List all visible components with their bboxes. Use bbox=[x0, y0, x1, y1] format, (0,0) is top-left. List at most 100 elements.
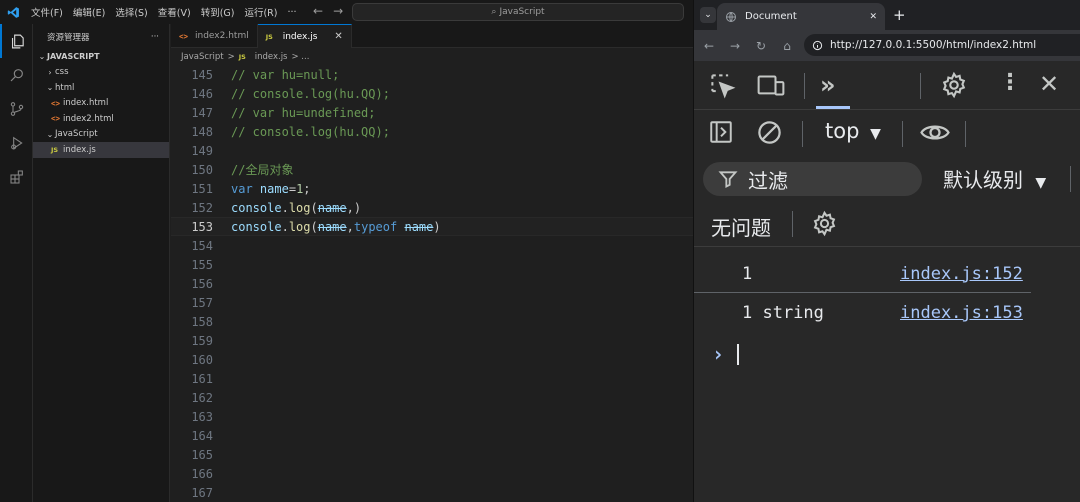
explorer-more-button[interactable]: ··· bbox=[151, 32, 159, 42]
extensions-activity-button[interactable] bbox=[0, 160, 33, 194]
line-number: 145 bbox=[191, 67, 213, 82]
back-arrow-icon[interactable]: ← bbox=[696, 39, 722, 53]
chevron-down-icon: ⌄ bbox=[38, 52, 46, 62]
code-line[interactable]: 150 //全局对象 bbox=[171, 160, 693, 179]
console-prompt[interactable]: › bbox=[694, 335, 1080, 373]
code-line[interactable]: 146 // console.log(hu.QQ); bbox=[171, 84, 693, 103]
tree-item-html[interactable]: ⌄ html bbox=[33, 80, 169, 96]
menu-run[interactable]: 运行(R) bbox=[239, 5, 282, 19]
files-icon bbox=[11, 34, 24, 48]
code-text: //全局对象 bbox=[231, 161, 293, 178]
code-token: ) bbox=[353, 200, 362, 215]
code-editor[interactable]: 145 // var hu=null; 146 // console.log(hu.Q… bbox=[171, 65, 693, 502]
code-line[interactable]: 155 bbox=[171, 255, 693, 274]
code-line[interactable]: 163 bbox=[171, 407, 693, 426]
code-token: , bbox=[346, 219, 354, 234]
browser-tab-document[interactable]: Document ✕ bbox=[717, 3, 885, 30]
line-number: 156 bbox=[191, 276, 213, 291]
kebab-menu-icon[interactable]: ⋮ bbox=[999, 70, 1021, 95]
live-expression-eye-icon[interactable] bbox=[918, 119, 952, 150]
context-label: top bbox=[825, 119, 860, 143]
code-line[interactable]: 159 bbox=[171, 331, 693, 350]
tree-item-label: index.js bbox=[63, 144, 96, 155]
code-line[interactable]: 165 bbox=[171, 445, 693, 464]
dropdown-arrow-icon: ▼ bbox=[870, 126, 881, 142]
clear-console-icon[interactable] bbox=[756, 119, 783, 150]
run-debug-activity-button[interactable] bbox=[0, 126, 33, 160]
code-line[interactable]: 152 console.log(name,) bbox=[171, 198, 693, 217]
home-icon[interactable]: ⌂ bbox=[774, 39, 800, 53]
code-line[interactable]: 157 bbox=[171, 293, 693, 312]
breadcrumb-file[interactable]: index.js bbox=[255, 52, 288, 62]
code-line[interactable]: 156 bbox=[171, 274, 693, 293]
tree-item-index-html[interactable]: <> index.html bbox=[33, 96, 169, 112]
tree-item-javascript-folder[interactable]: ⌄ JavaScript bbox=[33, 127, 169, 143]
site-info-icon bbox=[812, 40, 823, 50]
tab-index-js[interactable]: JS index.js ✕ bbox=[257, 24, 352, 48]
close-tab-icon[interactable]: ✕ bbox=[334, 31, 342, 42]
menu-edit[interactable]: 编辑(E) bbox=[68, 5, 110, 19]
log-level-dropdown[interactable]: 默认级别 ▼ bbox=[943, 164, 1046, 193]
source-control-activity-button[interactable] bbox=[0, 92, 33, 126]
line-number: 149 bbox=[191, 143, 213, 158]
console-toolbar: top ▼ bbox=[694, 110, 1080, 155]
tree-item-css[interactable]: › css bbox=[33, 65, 169, 81]
tree-item-root[interactable]: ⌄ JAVASCRIPT bbox=[33, 49, 169, 65]
code-token: name bbox=[259, 181, 289, 196]
filter-funnel-icon bbox=[718, 171, 738, 188]
more-tabs-chevron-icon[interactable]: » bbox=[820, 71, 836, 99]
code-line[interactable]: 153 console.log(name,typeof name) bbox=[171, 217, 693, 236]
code-line[interactable]: 158 bbox=[171, 312, 693, 331]
code-token: // console.log(hu.QQ); bbox=[231, 86, 390, 101]
command-center-search[interactable]: ⌕ JavaScript bbox=[352, 3, 684, 21]
code-line[interactable]: 147 // var hu=undefined; bbox=[171, 103, 693, 122]
code-line[interactable]: 162 bbox=[171, 388, 693, 407]
code-token: // var hu=undefined; bbox=[231, 105, 376, 120]
breadcrumb-folder[interactable]: JavaScript bbox=[181, 52, 224, 62]
menu-view[interactable]: 查看(V) bbox=[153, 5, 196, 19]
filter-input[interactable]: 过滤 bbox=[703, 162, 922, 196]
settings-gear-icon[interactable] bbox=[940, 71, 968, 103]
new-tab-button[interactable]: + bbox=[893, 6, 906, 24]
search-activity-button[interactable] bbox=[0, 58, 33, 92]
code-line[interactable]: 154 bbox=[171, 236, 693, 255]
context-selector[interactable]: top ▼ bbox=[825, 119, 881, 143]
tree-item-index2-html[interactable]: <> index2.html bbox=[33, 111, 169, 127]
line-number: 165 bbox=[191, 447, 213, 462]
menu-more[interactable]: ··· bbox=[282, 7, 301, 18]
breadcrumb-tail[interactable]: > ... bbox=[291, 52, 309, 62]
code-line[interactable]: 145 // var hu=null; bbox=[171, 65, 693, 84]
explorer-activity-button[interactable] bbox=[0, 24, 33, 58]
tree-item-index-js[interactable]: JS index.js bbox=[33, 142, 169, 158]
console-source-link[interactable]: index.js:153 bbox=[900, 303, 1023, 323]
console-source-link[interactable]: index.js:152 bbox=[900, 264, 1023, 284]
console-settings-gear-icon[interactable] bbox=[811, 210, 838, 241]
forward-arrow-icon[interactable]: → bbox=[333, 4, 343, 18]
code-line[interactable]: 151 var name=1; bbox=[171, 179, 693, 198]
close-devtools-icon[interactable]: ✕ bbox=[1039, 70, 1059, 98]
menu-file[interactable]: 文件(F) bbox=[26, 5, 68, 19]
menu-selection[interactable]: 选择(S) bbox=[110, 5, 152, 19]
back-arrow-icon[interactable]: ← bbox=[313, 4, 323, 18]
code-line[interactable]: 167 bbox=[171, 483, 693, 502]
close-tab-icon[interactable]: ✕ bbox=[869, 12, 877, 22]
forward-arrow-icon[interactable]: → bbox=[722, 39, 748, 53]
tab-search-icon[interactable]: ⌄ bbox=[700, 7, 716, 23]
tab-index2-html[interactable]: <> index2.html bbox=[171, 24, 258, 48]
sidebar-toggle-icon[interactable] bbox=[708, 119, 734, 149]
code-line[interactable]: 160 bbox=[171, 350, 693, 369]
code-line[interactable]: 148 // console.log(hu.QQ); bbox=[171, 122, 693, 141]
code-text: console.log(name,typeof name) bbox=[231, 220, 441, 234]
code-line[interactable]: 164 bbox=[171, 426, 693, 445]
code-line[interactable]: 161 bbox=[171, 369, 693, 388]
code-text: // console.log(hu.QQ); bbox=[231, 87, 390, 101]
address-bar[interactable]: http://127.0.0.1:5500/html/index2.html bbox=[804, 34, 1080, 56]
code-token: ) bbox=[433, 219, 441, 234]
menu-go[interactable]: 转到(G) bbox=[196, 5, 240, 19]
device-toolbar-icon[interactable] bbox=[756, 72, 786, 103]
inspect-element-icon[interactable] bbox=[709, 72, 736, 103]
code-line[interactable]: 149 bbox=[171, 141, 693, 160]
code-line[interactable]: 166 bbox=[171, 464, 693, 483]
reload-icon[interactable]: ↻ bbox=[748, 39, 774, 53]
no-issues-label[interactable]: 无问题 bbox=[711, 212, 771, 241]
